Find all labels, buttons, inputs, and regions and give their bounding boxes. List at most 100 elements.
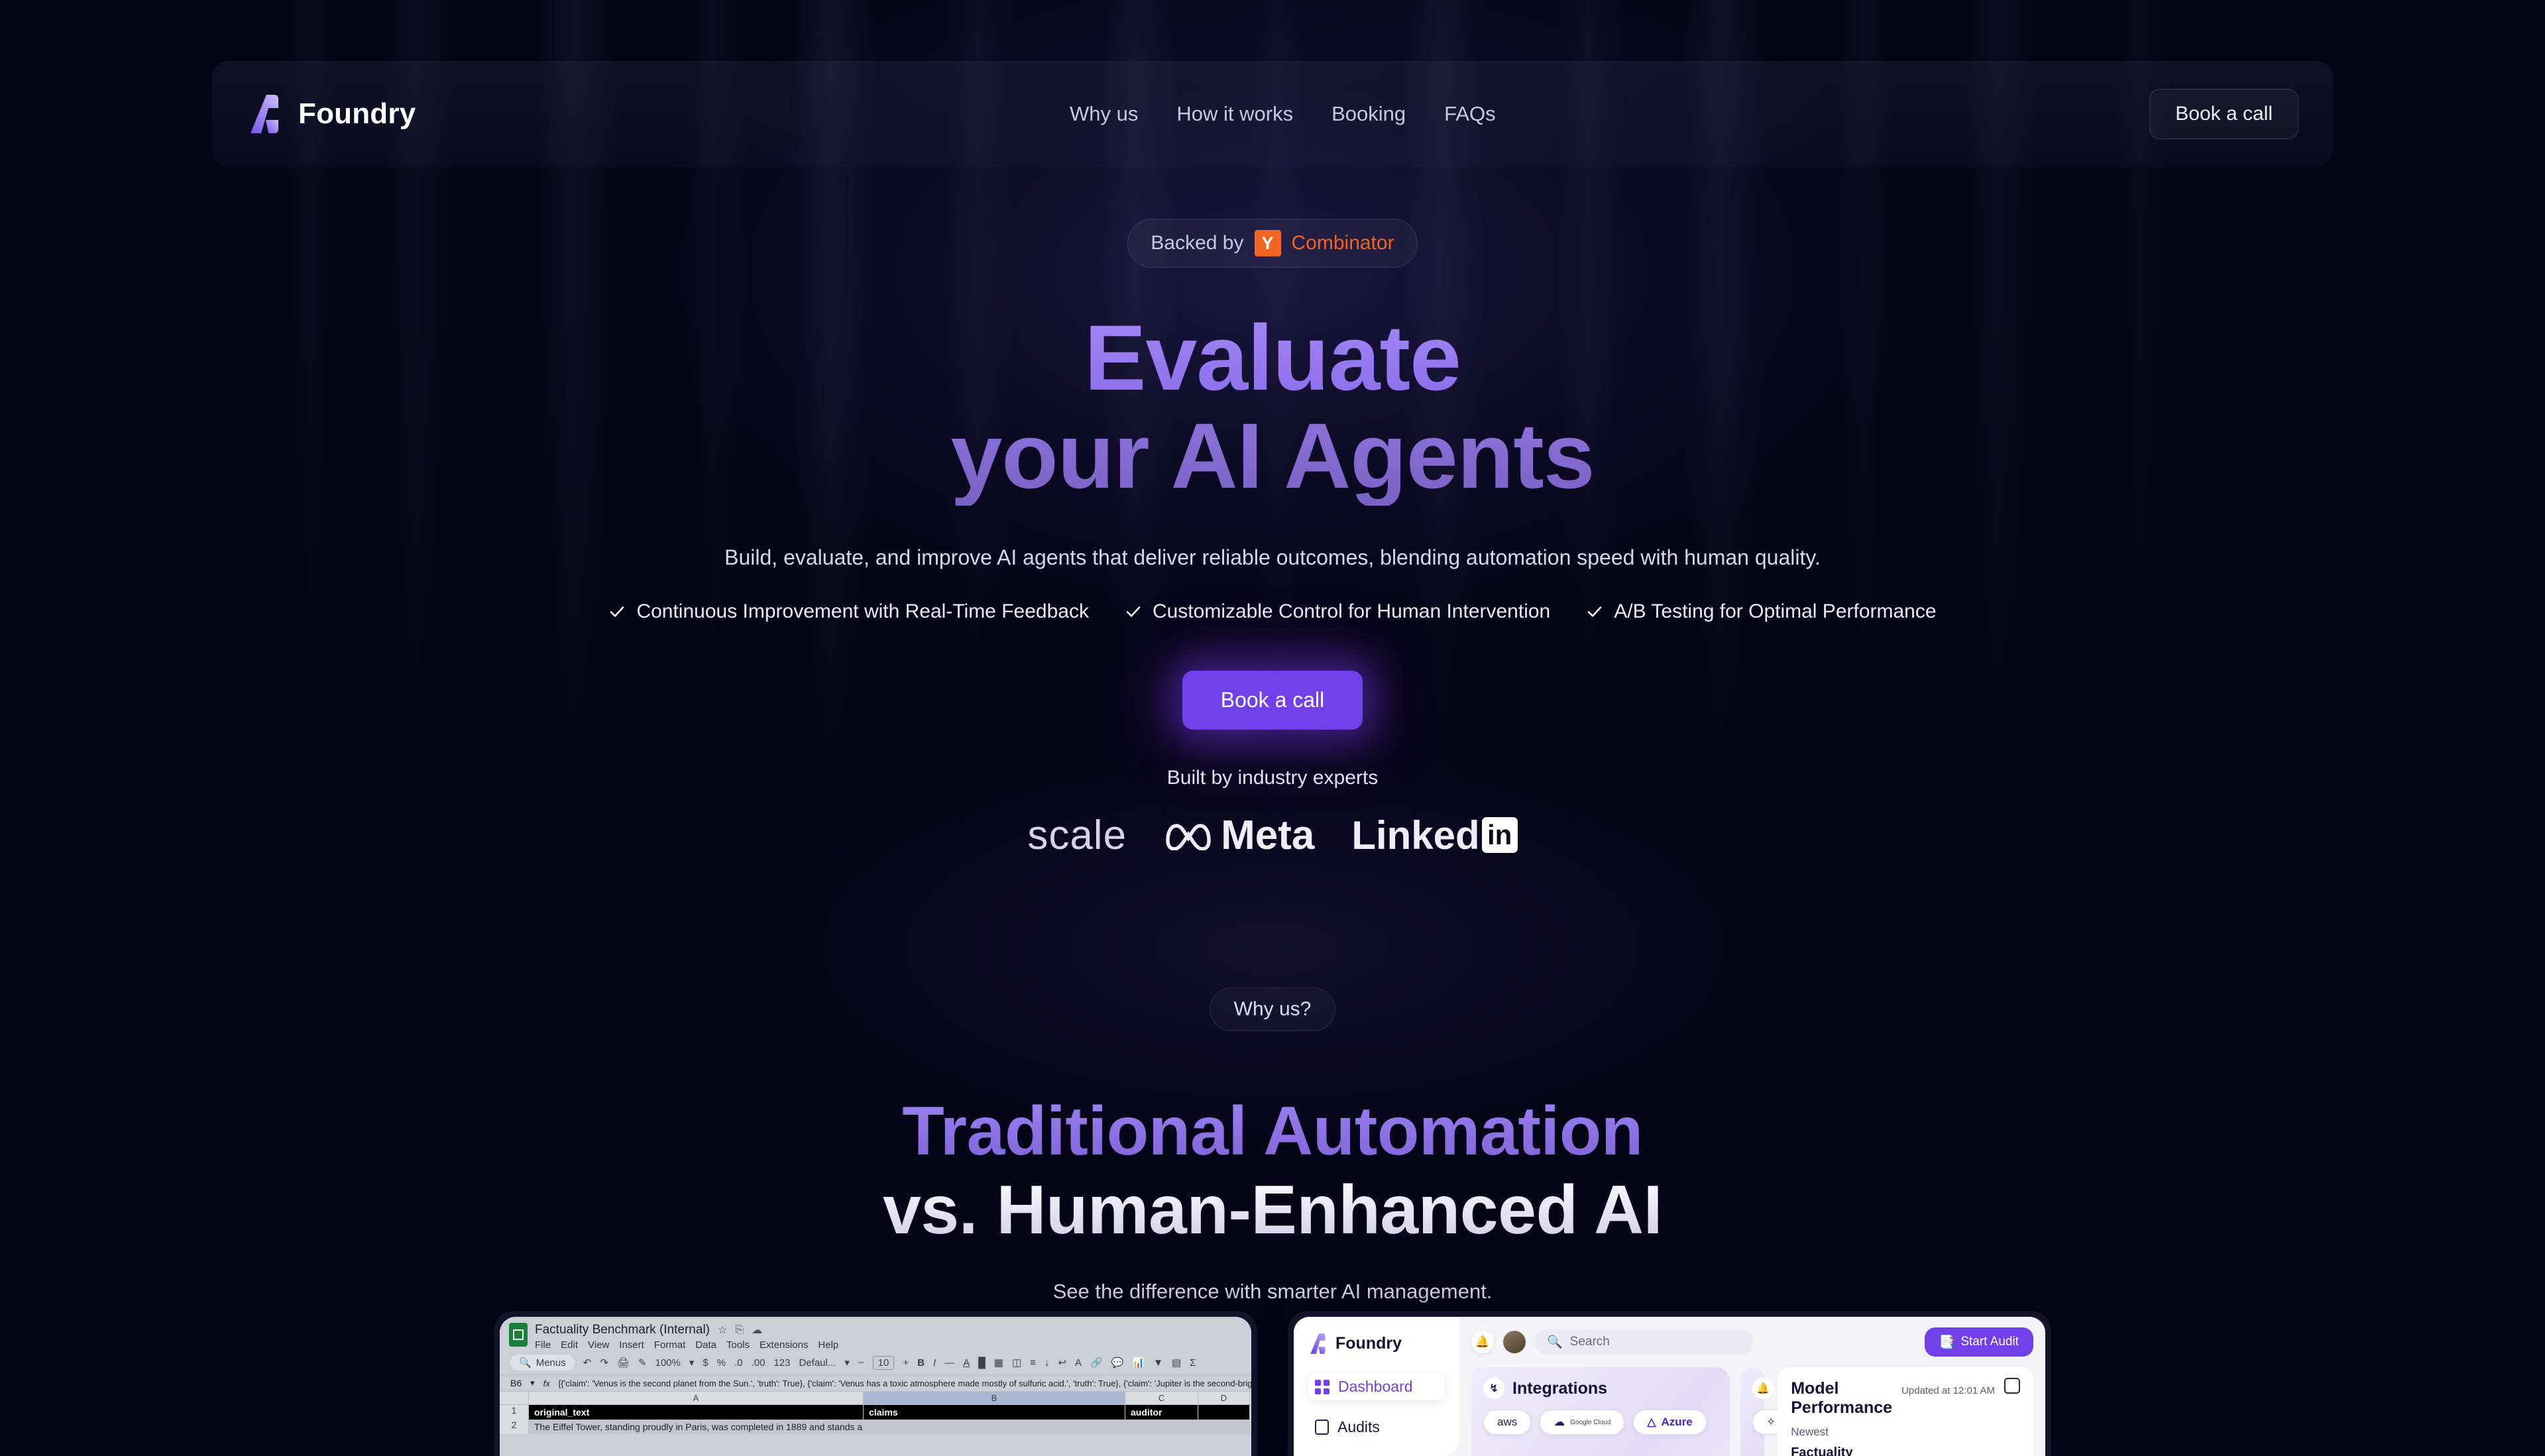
check-icon: [1586, 603, 1603, 620]
sheet-cell-d1[interactable]: [1198, 1405, 1250, 1420]
sheet-document-title[interactable]: Factuality Benchmark (Internal): [535, 1323, 710, 1337]
sidebar-item-dashboard[interactable]: Dashboard: [1308, 1373, 1445, 1400]
sheet-column-c[interactable]: C: [1125, 1392, 1198, 1404]
dashboard-mockup-device: Foundry Dashboard Audits: [1288, 1311, 2051, 1456]
sheet-menus-search-label: Menus: [536, 1357, 566, 1369]
linkedin-wordmark: Linked: [1351, 812, 1479, 858]
sum-icon[interactable]: Σ: [1190, 1357, 1196, 1369]
percent-icon[interactable]: %: [717, 1357, 726, 1369]
meta-infinity-icon: [1164, 820, 1213, 850]
italic-icon[interactable]: I: [933, 1357, 936, 1369]
sheet-column-d[interactable]: D: [1198, 1392, 1250, 1404]
sheet-row-number: 2: [500, 1420, 529, 1434]
spreadsheet-mockup-device: Factuality Benchmark (Internal) ☆ ⎘ ☁ Fi…: [494, 1311, 1257, 1456]
link-icon[interactable]: 🔗: [1090, 1357, 1103, 1369]
borders-icon[interactable]: ▦: [994, 1357, 1003, 1369]
vertical-align-icon[interactable]: ↓: [1045, 1357, 1050, 1369]
sheet-font-name[interactable]: Defaul...: [799, 1357, 836, 1369]
avatar[interactable]: [1503, 1331, 1526, 1353]
sheet-zoom-level[interactable]: 100%: [655, 1357, 681, 1369]
decrease-font-size-icon[interactable]: −: [858, 1357, 864, 1369]
google-cloud-icon: ☁: [1554, 1416, 1565, 1429]
paint-format-icon[interactable]: ✎: [638, 1357, 647, 1369]
cloud-icon[interactable]: ☁: [752, 1323, 762, 1337]
sheet-cell-c2[interactable]: [1125, 1420, 1198, 1434]
sheet-cell-b2[interactable]: [864, 1420, 1125, 1434]
nav-item-why-us[interactable]: Why us: [1070, 102, 1138, 126]
sheet-cell-d2[interactable]: [1198, 1420, 1250, 1434]
sidebar-item-audits[interactable]: Audits: [1308, 1414, 1445, 1441]
filter-icon[interactable]: ▼: [1153, 1357, 1163, 1369]
star-icon[interactable]: ☆: [718, 1323, 727, 1337]
bold-icon[interactable]: B: [917, 1357, 925, 1369]
comment-icon[interactable]: 💬: [1111, 1357, 1124, 1369]
sheet-menu-file[interactable]: File: [535, 1339, 551, 1351]
strikethrough-icon[interactable]: ―: [944, 1357, 954, 1369]
sheet-cell-a2[interactable]: The Eiffel Tower, standing proudly in Pa…: [529, 1420, 864, 1434]
functions-icon[interactable]: ▤: [1172, 1357, 1181, 1369]
text-rotation-icon[interactable]: A: [1075, 1357, 1082, 1369]
chevron-down-icon[interactable]: ▾: [530, 1378, 535, 1388]
sheet-menu-tools[interactable]: Tools: [726, 1339, 750, 1351]
site-header: Foundry Why us How it works Booking FAQs…: [212, 61, 2333, 167]
sheet-menus-search[interactable]: 🔍 Menus: [510, 1355, 575, 1371]
sheet-menu-view[interactable]: View: [588, 1339, 609, 1351]
brand-logo[interactable]: Foundry: [247, 93, 416, 135]
align-icon[interactable]: ≡: [1030, 1357, 1036, 1369]
redo-icon[interactable]: ↷: [600, 1357, 608, 1369]
scale-logo: scale: [1027, 812, 1127, 859]
dashboard-sidebar: Foundry Dashboard Audits: [1294, 1317, 1459, 1456]
bell-icon: 🔔: [1752, 1378, 1774, 1399]
integrations-title: Integrations: [1512, 1379, 1607, 1398]
start-audit-button[interactable]: 📑 Start Audit: [1925, 1327, 2033, 1357]
merge-cells-icon[interactable]: ◫: [1012, 1357, 1021, 1369]
number-format-label[interactable]: 123: [773, 1357, 790, 1369]
search-input[interactable]: 🔍 Search: [1535, 1329, 1754, 1355]
chart-icon[interactable]: 📊: [1132, 1357, 1145, 1369]
undo-icon[interactable]: ↶: [583, 1357, 592, 1369]
check-icon: [1125, 603, 1142, 620]
dashboard-brand[interactable]: Foundry: [1308, 1333, 1445, 1355]
select-all-corner[interactable]: [500, 1392, 529, 1404]
sheet-column-b[interactable]: B: [864, 1392, 1125, 1404]
text-wrap-icon[interactable]: ↩: [1058, 1357, 1066, 1369]
sheet-cell-c1[interactable]: auditor: [1125, 1405, 1198, 1420]
sheet-menu-format[interactable]: Format: [654, 1339, 686, 1351]
hero-feature-item: A/B Testing for Optimal Performance: [1586, 600, 1936, 623]
hero-book-a-call-button[interactable]: Book a call: [1182, 671, 1363, 730]
text-color-icon[interactable]: A: [963, 1357, 970, 1369]
move-to-folder-icon[interactable]: ⎘: [735, 1324, 744, 1336]
fill-color-icon[interactable]: █: [978, 1357, 986, 1369]
integration-chip-azure[interactable]: △ Azure: [1633, 1410, 1706, 1435]
sheet-menu-help[interactable]: Help: [818, 1339, 838, 1351]
header-book-a-call-button[interactable]: Book a call: [2149, 89, 2298, 139]
increase-font-size-icon[interactable]: +: [903, 1357, 909, 1369]
bell-icon[interactable]: 🔔: [1471, 1331, 1494, 1353]
decrease-decimal-icon[interactable]: .0: [734, 1357, 743, 1369]
integration-chip-aws[interactable]: aws: [1483, 1410, 1531, 1435]
search-icon: 🔍: [519, 1357, 532, 1369]
calendar-icon[interactable]: [2004, 1378, 2020, 1394]
increase-decimal-icon[interactable]: .00: [752, 1357, 765, 1369]
nav-item-booking[interactable]: Booking: [1331, 102, 1406, 126]
sheet-font-size[interactable]: 10: [873, 1356, 895, 1370]
sheet-cell-a1[interactable]: original_text: [529, 1405, 864, 1420]
sheet-cell-b1[interactable]: claims: [864, 1405, 1125, 1420]
sheet-cell-reference[interactable]: B6: [510, 1378, 522, 1388]
sheet-column-a[interactable]: A: [529, 1392, 864, 1404]
integration-chip-google-cloud[interactable]: ☁ Google Cloud: [1540, 1410, 1624, 1435]
check-icon: [608, 603, 626, 620]
y-combinator-label: Combinator: [1292, 232, 1394, 254]
sheet-menu-extensions[interactable]: Extensions: [760, 1339, 808, 1351]
sheet-menu-data[interactable]: Data: [695, 1339, 716, 1351]
print-icon[interactable]: 🖨: [617, 1357, 630, 1369]
chevron-down-icon[interactable]: ▾: [689, 1357, 695, 1369]
sheet-menu-edit[interactable]: Edit: [561, 1339, 578, 1351]
currency-icon[interactable]: $: [703, 1357, 708, 1369]
sheet-menu-insert[interactable]: Insert: [619, 1339, 644, 1351]
sheet-formula-value[interactable]: [{'claim': 'Venus is the second planet f…: [559, 1378, 1251, 1388]
chevron-down-icon[interactable]: ▾: [844, 1357, 850, 1369]
nav-item-how-it-works[interactable]: How it works: [1176, 102, 1293, 126]
integration-chip-row: aws ☁ Google Cloud △ Azure: [1483, 1410, 1718, 1435]
nav-item-faqs[interactable]: FAQs: [1444, 102, 1496, 126]
